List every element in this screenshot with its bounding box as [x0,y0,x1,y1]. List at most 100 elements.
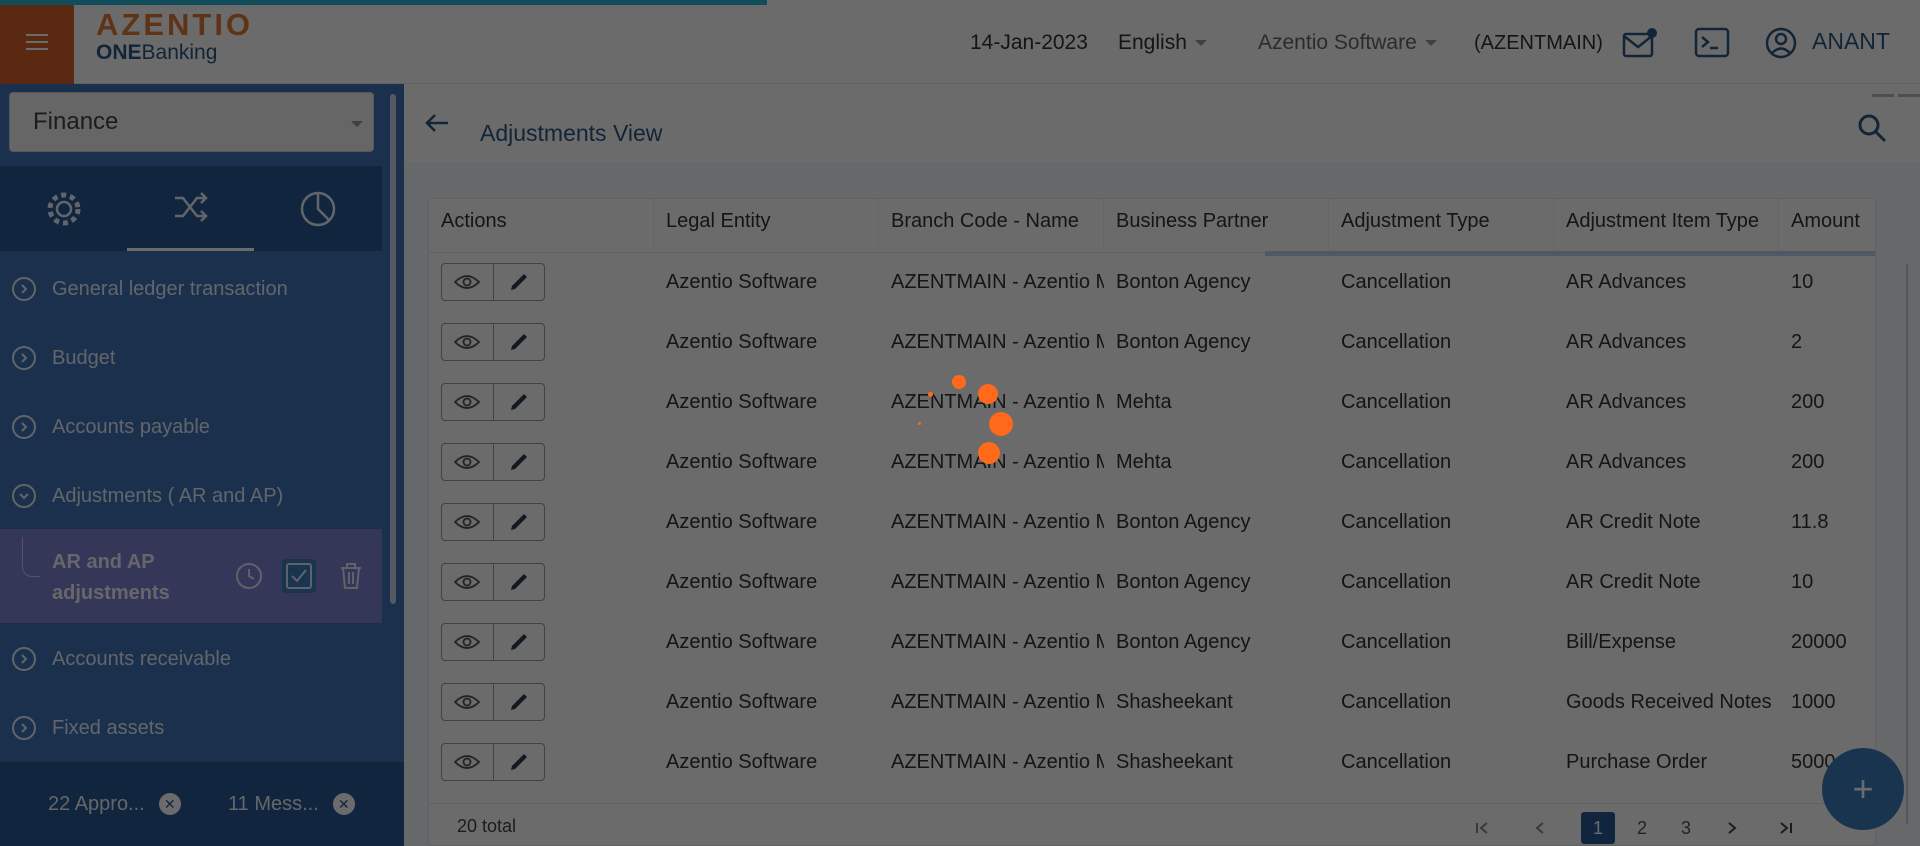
tab-settings[interactable] [0,166,127,251]
edit-button[interactable] [492,744,544,780]
edit-button[interactable] [492,624,544,660]
table-footer: 20 total 1 2 3 [429,803,1875,845]
cell-item-type: Goods Received Notes [1566,691,1772,713]
table-row[interactable]: Azentio SoftwareAZENTMAIN - Azentio Main… [429,553,1875,613]
module-select[interactable]: Finance [9,92,374,152]
page-button-2[interactable]: 2 [1625,812,1659,844]
checkbox-checked-icon[interactable] [282,559,316,593]
column-header-legal-entity[interactable]: Legal Entity [654,199,879,253]
sidebar-item-label: Budget [52,346,116,369]
page-button-1[interactable]: 1 [1581,812,1615,844]
view-button[interactable] [442,324,493,360]
pencil-icon [510,274,527,290]
approvals-pill[interactable]: 22 Appro... ✕ [48,788,181,820]
search-icon[interactable] [1856,112,1888,144]
total-count: 20 total [457,816,517,836]
page-button-3[interactable]: 3 [1669,812,1703,844]
next-page-button[interactable] [1715,812,1749,844]
cell-adjustment-type: Cancellation [1341,271,1452,293]
sidebar-subitem-ar-ap-adjustments[interactable]: AR and AP adjustments [0,529,382,623]
table-row[interactable]: Azentio SoftwareAZENTMAIN - Azentio Main… [429,733,1875,793]
table-row[interactable]: Azentio SoftwareAZENTMAIN - Azentio Main… [429,433,1875,493]
eye-icon [454,515,481,529]
edit-button[interactable] [492,384,544,420]
sidebar-scrollbar[interactable] [390,94,396,604]
close-icon[interactable]: ✕ [332,793,355,815]
messages-pill[interactable]: 11 Mess... ✕ [228,788,355,820]
edit-button[interactable] [492,684,544,720]
view-button[interactable] [442,744,493,780]
edit-button[interactable] [492,324,544,360]
chevron-left-icon [1535,822,1544,834]
sidebar-item-label: Accounts receivable [52,647,231,670]
chevron-right-icon [1728,822,1737,834]
column-header-actions[interactable]: Actions [429,199,654,253]
pencil-icon [510,514,527,530]
sidebar-item-accounts-payable[interactable]: Accounts payable [0,399,382,455]
language-select[interactable]: English [1118,30,1207,56]
pencil-icon [510,394,527,410]
cell-item-type: AR Credit Note [1566,511,1701,533]
view-button[interactable] [442,684,493,720]
window-controls [1868,84,1920,97]
sidebar-item-adjustments[interactable]: Adjustments ( AR and AP) [0,468,382,524]
terminal-icon[interactable] [1694,26,1730,60]
close-icon[interactable]: ✕ [158,793,181,815]
last-page-button[interactable] [1769,812,1803,844]
user-avatar-icon[interactable] [1764,26,1800,60]
cell-business-partner: Bonton Agency [1116,511,1251,533]
chevron-down-icon [12,484,36,508]
edit-button[interactable] [492,444,544,480]
product-name: ONEBanking [96,41,218,64]
column-header-adjustment-type[interactable]: Adjustment Type [1329,199,1554,253]
sidebar-item-budget[interactable]: Budget [0,330,382,386]
edit-button[interactable] [492,264,544,300]
main-scrollbar[interactable] [1906,264,1908,824]
view-button[interactable] [442,444,493,480]
column-header-amount[interactable]: Amount [1779,199,1875,253]
tab-shuffle[interactable] [127,166,254,251]
edit-button[interactable] [492,564,544,600]
table-row[interactable]: Azentio SoftwareAZENTMAIN - Azentio Main… [429,493,1875,553]
view-button[interactable] [442,564,493,600]
back-arrow-icon[interactable] [424,112,450,134]
table-row[interactable]: Azentio SoftwareAZENTMAIN - Azentio Main… [429,373,1875,433]
cell-business-partner: Bonton Agency [1116,571,1251,593]
history-icon[interactable] [232,559,266,593]
cell-adjustment-type: Cancellation [1341,571,1452,593]
column-header-branch[interactable]: Branch Code - Name [879,199,1104,253]
app-logo[interactable]: AZENTIO ONEBanking [96,7,254,66]
first-page-button[interactable] [1465,812,1499,844]
view-button[interactable] [442,624,493,660]
view-button[interactable] [442,264,493,300]
cell-legal-entity: Azentio Software [666,751,818,773]
cell-legal-entity: Azentio Software [666,331,818,353]
cell-item-type: AR Advances [1566,391,1687,413]
table-row[interactable]: Azentio SoftwareAZENTMAIN - Azentio Main… [429,253,1875,313]
view-button[interactable] [442,384,493,420]
tab-reports[interactable] [254,166,381,251]
column-header-business-partner[interactable]: Business Partner [1104,199,1329,253]
menu-toggle-button[interactable] [0,0,74,84]
sidebar-item-general-ledger[interactable]: General ledger transaction [0,261,382,317]
add-button[interactable]: + [1822,748,1904,830]
chevron-right-icon [12,647,36,671]
table-row[interactable]: Azentio SoftwareAZENTMAIN - Azentio Main… [429,673,1875,733]
prev-page-button[interactable] [1523,812,1557,844]
table-row[interactable]: Azentio SoftwareAZENTMAIN - Azentio Main… [429,613,1875,673]
trash-icon[interactable] [334,559,368,593]
table-row[interactable]: Azentio SoftwareAZENTMAIN - Azentio Main… [429,313,1875,373]
business-date: 14-Jan-2023 [970,31,1088,54]
column-header-item-type[interactable]: Adjustment Item Type [1554,199,1779,253]
chevron-right-icon [12,346,36,370]
sidebar-item-accounts-receivable[interactable]: Accounts receivable [0,631,382,687]
cell-business-partner: Mehta [1116,451,1172,473]
company-select[interactable]: Azentio Software [1258,30,1437,56]
brand-name: AZENTIO [96,7,254,42]
sidebar-item-fixed-assets[interactable]: Fixed assets [0,700,382,756]
user-name[interactable]: ANANT [1812,28,1890,54]
view-button[interactable] [442,504,493,540]
spinner-dot [952,375,966,389]
mail-icon[interactable] [1622,26,1658,60]
edit-button[interactable] [492,504,544,540]
